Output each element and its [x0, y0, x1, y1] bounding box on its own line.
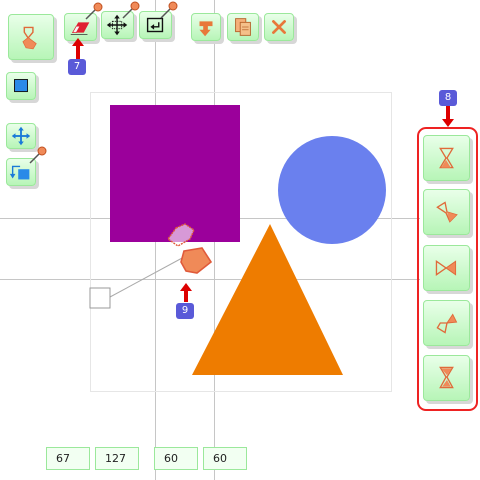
rotate-0-button[interactable]	[423, 135, 470, 181]
blue-circle[interactable]	[278, 136, 386, 244]
hourglass-rotate-0-icon	[439, 147, 454, 169]
hourglass-rotate-135-icon	[436, 313, 458, 334]
arrow-up-icon	[180, 283, 192, 302]
move-arrows-icon	[11, 126, 31, 146]
orange-triangle[interactable]	[192, 224, 343, 375]
arrow-down-icon	[442, 106, 454, 127]
connector-line	[109, 256, 185, 298]
purple-square[interactable]	[110, 105, 240, 242]
y-field[interactable]: 127	[95, 447, 139, 470]
x-field[interactable]: 67	[46, 447, 90, 470]
hourglass-flip-icon	[439, 366, 454, 389]
pin-icon	[29, 146, 47, 164]
rectangle-icon	[14, 79, 28, 93]
hourglass-filled-shape[interactable]	[180, 247, 213, 274]
hourglass-icon	[22, 26, 37, 50]
height-field[interactable]: 60	[203, 447, 247, 470]
pin-icon	[160, 1, 178, 19]
step-marker-9: 9	[176, 303, 194, 319]
close-icon	[272, 20, 286, 34]
rotate-45-button[interactable]	[423, 189, 470, 235]
width-field[interactable]: 60	[154, 447, 198, 470]
rotate-90-button[interactable]	[423, 245, 470, 291]
arrow-up-icon	[72, 38, 84, 59]
hourglass-rotate-90-icon	[435, 260, 457, 276]
copy-icon	[235, 18, 251, 36]
move-down-button[interactable]	[191, 13, 221, 41]
rotate-135-button[interactable]	[423, 300, 470, 346]
rectangle-tool-button[interactable]	[6, 72, 36, 100]
copy-button[interactable]	[227, 13, 259, 41]
step-marker-7: 7	[68, 59, 86, 75]
shape-tool-button[interactable]	[8, 14, 54, 60]
ghost-square[interactable]	[89, 287, 111, 309]
flip-button[interactable]	[423, 355, 470, 401]
pin-icon	[122, 1, 140, 19]
step-marker-8: 8	[439, 90, 457, 106]
delete-button[interactable]	[264, 13, 294, 41]
down-arrow-icon	[199, 21, 213, 37]
hourglass-rotate-45-icon	[436, 201, 458, 223]
